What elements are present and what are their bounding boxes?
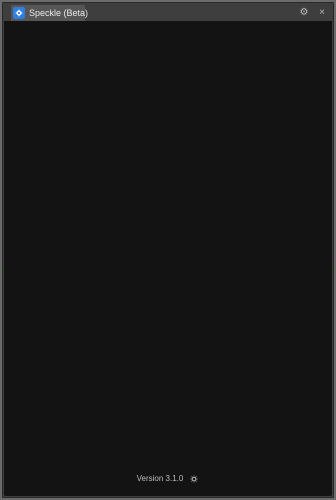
close-icon: ×: [319, 6, 325, 18]
panel-content: Version 3.1.0: [4, 21, 332, 496]
title-controls: ⚙ ×: [298, 6, 328, 18]
speckle-logo-icon: [13, 7, 25, 19]
version-label: Version 3.1.0: [136, 474, 184, 483]
footer: Version 3.1.0: [4, 474, 332, 484]
speckle-panel-window: Speckle (Beta) ⚙ × Version 3.1.0: [2, 2, 334, 498]
tab-speckle[interactable]: Speckle (Beta): [11, 5, 89, 21]
settings-icon[interactable]: [189, 474, 199, 484]
titlebar: Speckle (Beta) ⚙ ×: [3, 3, 333, 21]
tab-title: Speckle (Beta): [29, 8, 89, 18]
gear-icon: ⚙: [299, 6, 309, 18]
window-settings-button[interactable]: ⚙: [298, 6, 310, 18]
close-button[interactable]: ×: [316, 6, 328, 18]
